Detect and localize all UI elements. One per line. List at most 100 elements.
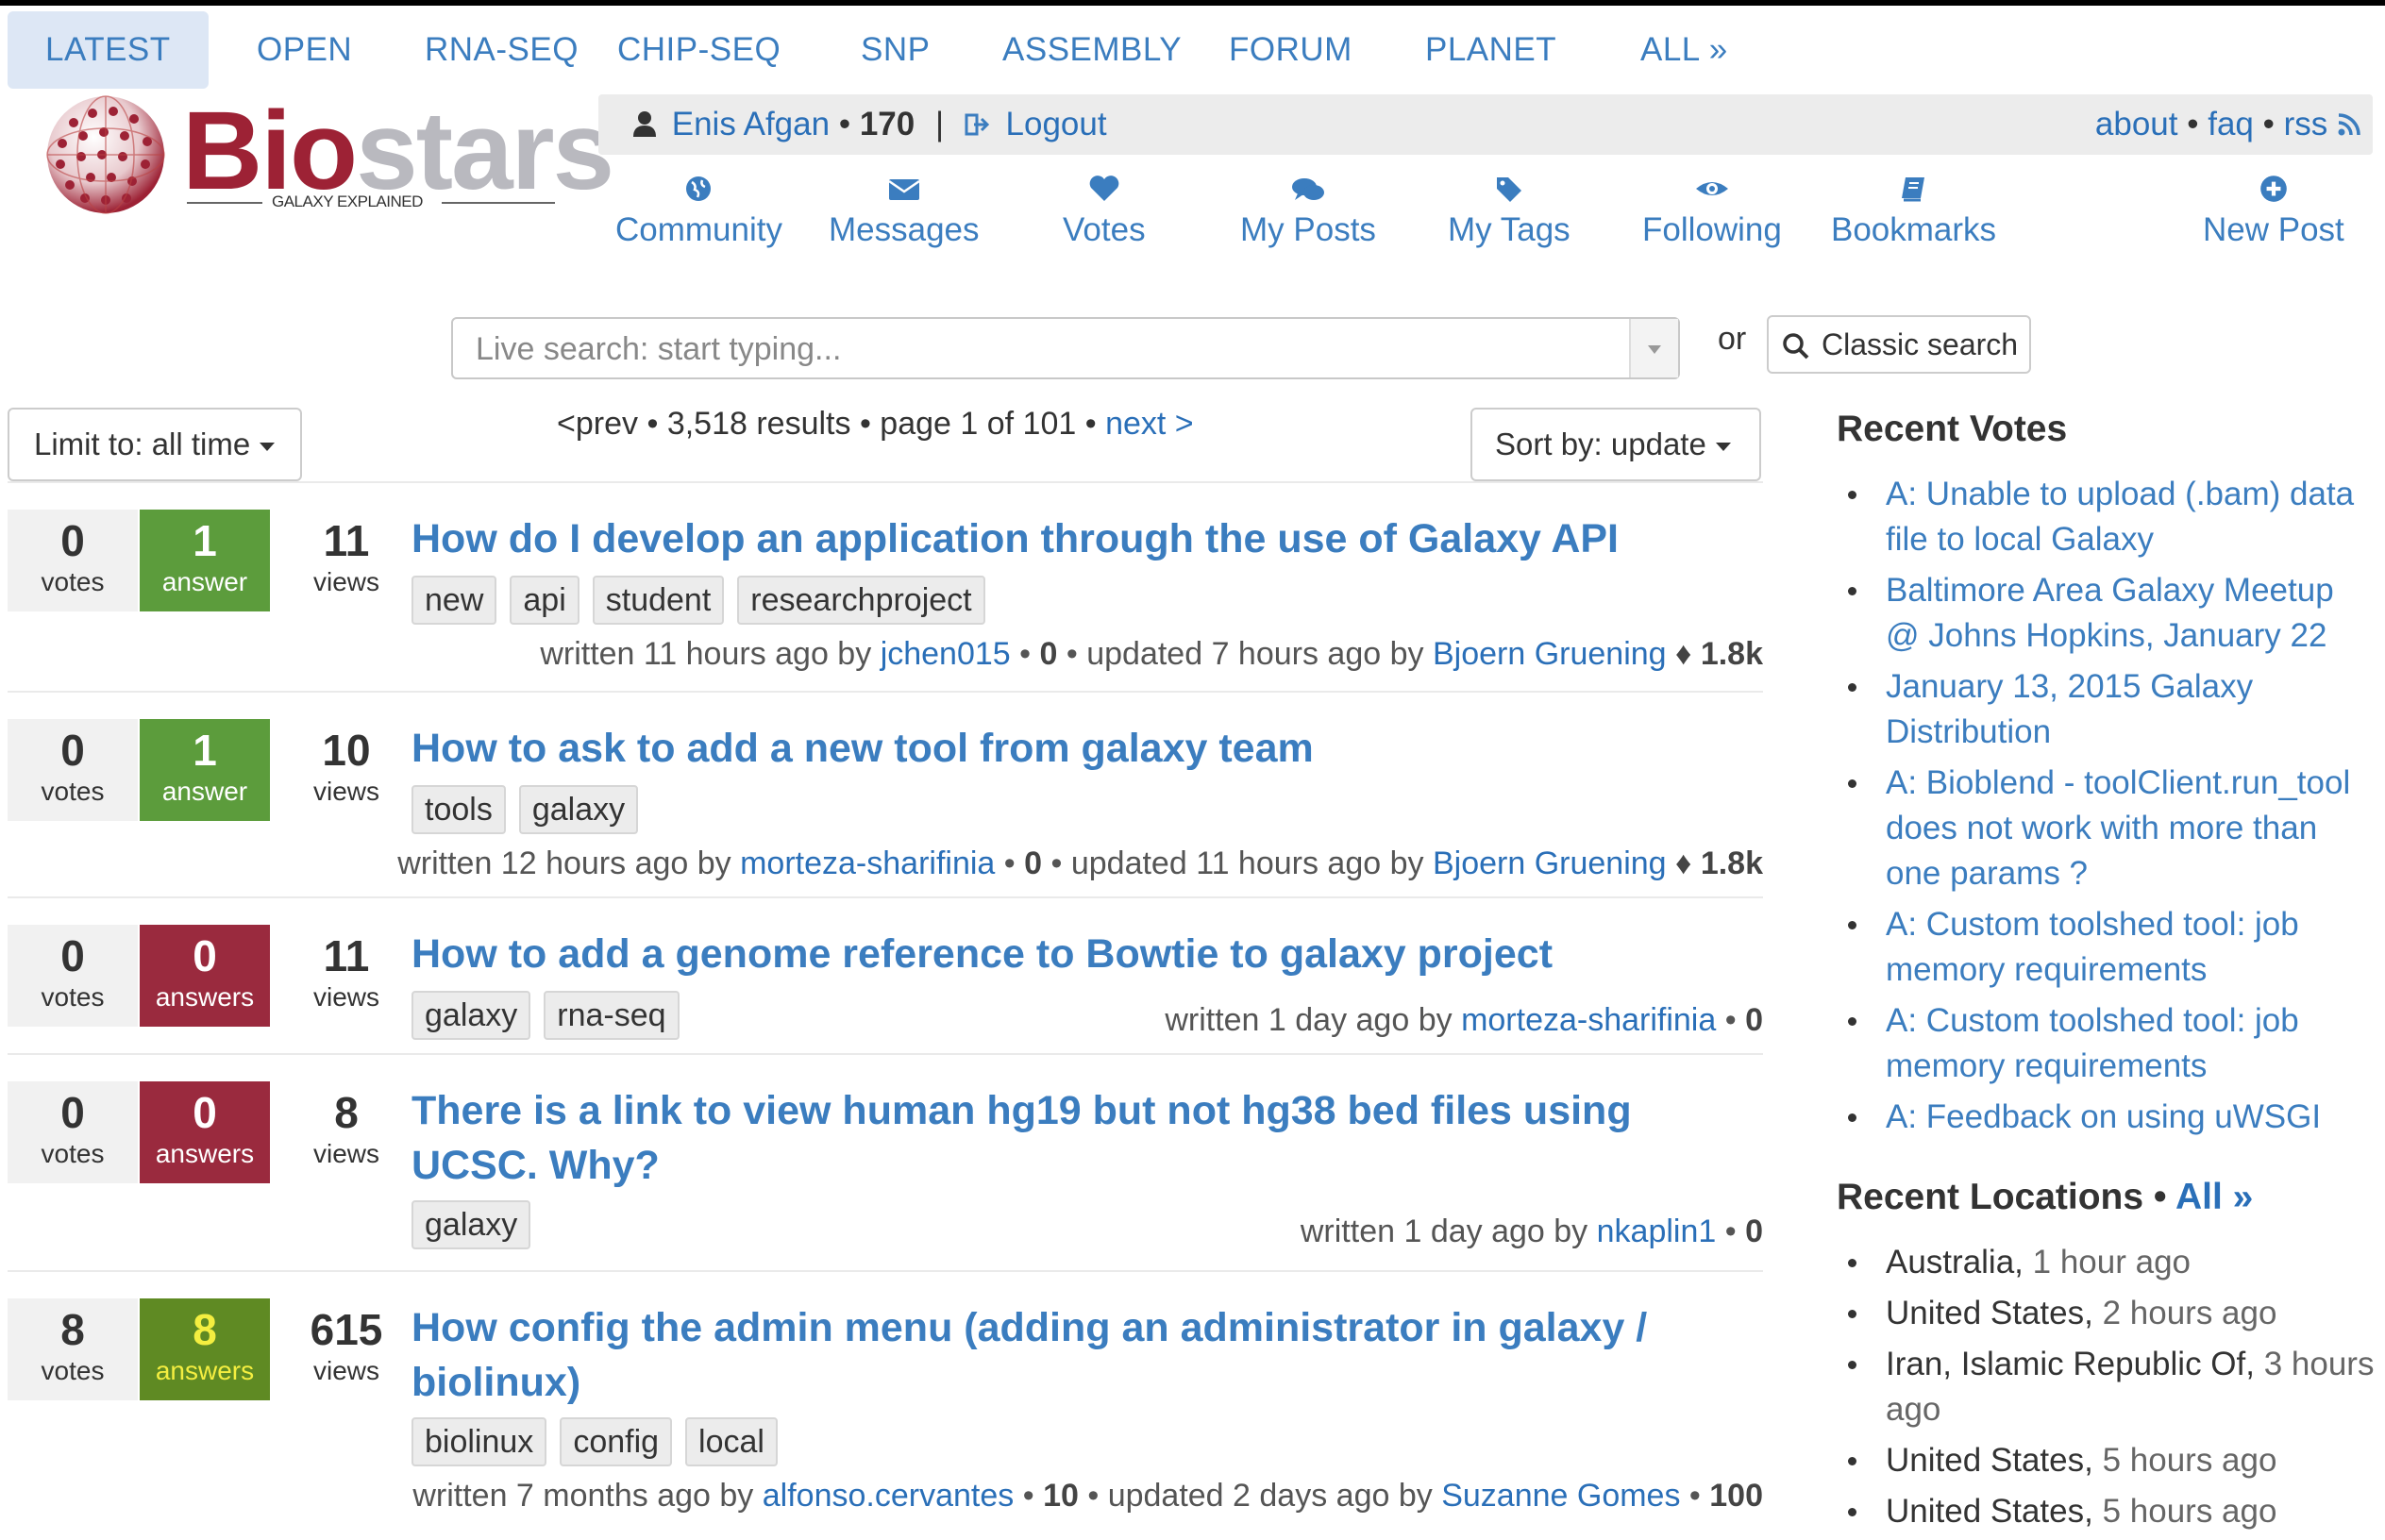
view-count: 11 views [312, 516, 379, 596]
rss-icon[interactable] [2337, 112, 2361, 137]
limit-dropdown[interactable]: Limit to: all time [8, 408, 302, 481]
globe-logo-icon [46, 95, 165, 214]
recent-votes-title: Recent Votes [1837, 409, 2068, 449]
tab-snp[interactable]: SNP [861, 11, 930, 89]
sort-dropdown[interactable]: Sort by: update [1470, 408, 1761, 481]
tab-all[interactable]: ALL » [1640, 11, 1728, 89]
prev-link[interactable]: <prev [557, 406, 638, 442]
updater-link[interactable]: Bjoern Gruening [1433, 636, 1667, 672]
nav-my-tags[interactable]: My Tags [1448, 170, 1570, 249]
logout-link[interactable]: Logout [1006, 106, 1107, 142]
vote-count: 0 votes [8, 719, 138, 821]
classic-search-button[interactable]: Classic search [1767, 315, 2031, 374]
tab-latest[interactable]: LATEST [8, 11, 209, 89]
tag[interactable]: rna-seq [544, 991, 680, 1040]
book-icon [1901, 177, 1924, 202]
answer-count: 0 answers [140, 925, 270, 1027]
tab-open[interactable]: OPEN [257, 11, 352, 89]
tag[interactable]: galaxy [411, 1200, 531, 1249]
page-indicator: page 1 of 101 [880, 406, 1077, 442]
all-locations-link[interactable]: All » [2175, 1177, 2253, 1217]
recent-vote-link[interactable]: January 13, 2015 Galaxy Distribution [1848, 664, 2375, 755]
live-search-input[interactable] [474, 319, 1591, 379]
recent-vote-link[interactable]: A: Custom toolshed tool: job memory requ… [1848, 902, 2375, 993]
post-title[interactable]: How to add a genome reference to Bowtie … [411, 927, 1752, 981]
nav-label: Following [1642, 211, 1782, 248]
tab-chip-seq[interactable]: CHIP-SEQ [617, 11, 781, 89]
faq-link[interactable]: faq [2208, 106, 2254, 142]
recent-vote-link[interactable]: A: Unable to upload (.bam) data file to … [1848, 472, 2375, 562]
live-search [451, 317, 1680, 379]
answer-count: 0 answers [140, 1081, 270, 1183]
globe-icon [686, 176, 712, 201]
nav-votes[interactable]: Votes [1063, 170, 1146, 249]
view-count: 11 views [312, 931, 379, 1012]
author-link[interactable]: morteza-sharifinia [1461, 1002, 1716, 1038]
separator: • [1084, 406, 1097, 442]
tag[interactable]: api [510, 576, 579, 625]
vote-count: 0 votes [8, 925, 138, 1027]
recent-vote-link[interactable]: A: Bioblend - toolClient.run_tool does n… [1848, 761, 2375, 896]
recent-vote-link[interactable]: A: Feedback on using uWSGI [1848, 1095, 2375, 1140]
tag[interactable]: biolinux [411, 1417, 547, 1466]
recent-locations-list: Australia, 1 hour ago United States, 2 h… [1837, 1240, 2375, 1534]
nav-following[interactable]: Following [1642, 170, 1782, 249]
vote-count: 8 votes [8, 1298, 138, 1400]
answer-count: 1 answer [140, 719, 270, 821]
nav-my-posts[interactable]: My Posts [1240, 170, 1376, 249]
nav-bookmarks[interactable]: Bookmarks [1831, 170, 1996, 249]
tag-icon [1496, 177, 1521, 202]
post-meta: written 11 hours ago by jchen015 • 0 • u… [540, 636, 1763, 672]
logo-wordmark: Biostars [182, 89, 614, 213]
tab-assembly[interactable]: ASSEMBLY [1002, 11, 1182, 89]
vote-count: 0 votes [8, 1081, 138, 1183]
post-title[interactable]: There is a link to view human hg19 but n… [411, 1083, 1752, 1193]
about-link[interactable]: about [2095, 106, 2178, 142]
rss-link[interactable]: rss [2284, 106, 2328, 142]
post-tags: biolinux config local [411, 1417, 778, 1466]
updater-link[interactable]: Bjoern Gruening [1433, 845, 1667, 881]
tag[interactable]: config [560, 1417, 673, 1466]
separator: • [859, 406, 871, 442]
tag[interactable]: student [592, 576, 725, 625]
user-info: Enis Afgan • 170 | Logout [632, 94, 1107, 155]
tab-rna-seq[interactable]: RNA-SEQ [425, 11, 579, 89]
author-link[interactable]: nkaplin1 [1597, 1214, 1717, 1249]
search-dropdown-toggle[interactable] [1629, 319, 1678, 377]
tag[interactable]: tools [411, 785, 506, 834]
post-title[interactable]: How to ask to add a new tool from galaxy… [411, 721, 1752, 776]
tag[interactable]: galaxy [518, 785, 639, 834]
tag[interactable]: galaxy [411, 991, 531, 1040]
separator: • [647, 406, 659, 442]
view-count: 10 views [312, 726, 379, 806]
updater-link[interactable]: Suzanne Gomes [1441, 1478, 1680, 1514]
biostars-logo[interactable]: Biostars GALAXY EXPLAINED [45, 94, 614, 217]
author-link[interactable]: jchen015 [881, 636, 1011, 672]
vote-count: 0 votes [8, 510, 138, 611]
separator: • [838, 106, 851, 142]
author-link[interactable]: morteza-sharifinia [740, 845, 995, 881]
heart-icon [1089, 176, 1119, 201]
nav-label: Community [615, 211, 782, 248]
next-link[interactable]: next > [1105, 406, 1194, 442]
tab-forum[interactable]: FORUM [1229, 11, 1352, 89]
user-bar: Enis Afgan • 170 | Logout about • faq • … [598, 94, 2373, 155]
caret-down-icon [260, 442, 276, 451]
tag[interactable]: new [411, 576, 497, 625]
user-name-link[interactable]: Enis Afgan [672, 106, 830, 142]
site-links: about • faq • rss [2095, 94, 2361, 155]
nav-community[interactable]: Community [615, 170, 782, 249]
nav-messages[interactable]: Messages [829, 170, 980, 249]
tag[interactable]: researchproject [737, 576, 985, 625]
recent-vote-link[interactable]: A: Custom toolshed tool: job memory requ… [1848, 998, 2375, 1089]
separator: • [2187, 106, 2199, 142]
nav-new-post[interactable]: New Post [2203, 170, 2344, 249]
author-link[interactable]: alfonso.cervantes [763, 1478, 1015, 1514]
post-title[interactable]: How config the admin menu (adding an adm… [411, 1300, 1752, 1410]
view-count: 8 views [312, 1088, 379, 1168]
tag[interactable]: local [685, 1417, 778, 1466]
tab-planet[interactable]: PLANET [1425, 11, 1556, 89]
recent-vote-link[interactable]: Baltimore Area Galaxy Meetup @ Johns Hop… [1848, 568, 2375, 659]
answer-count: 8 answers [140, 1298, 270, 1400]
post-title[interactable]: How do I develop an application through … [411, 511, 1752, 566]
